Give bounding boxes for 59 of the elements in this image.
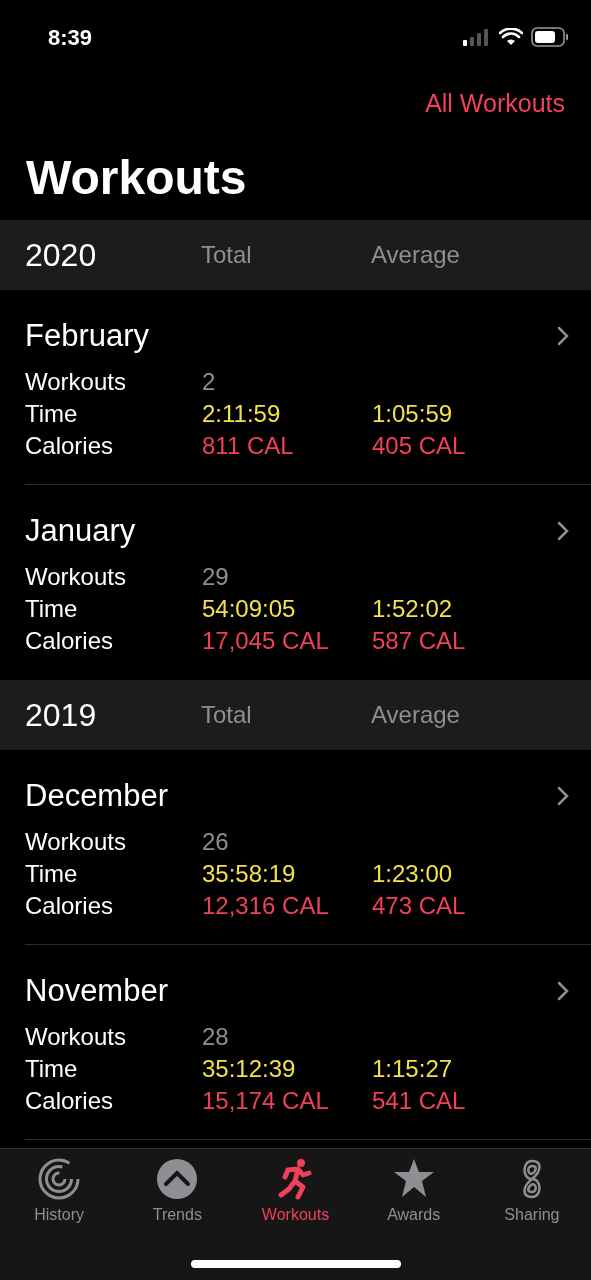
average-value: 473 CAL: [372, 891, 466, 921]
column-heading: Total: [201, 700, 253, 730]
total-value: 29: [202, 562, 230, 592]
stat-label: Time: [25, 859, 79, 889]
average-value: 1:52:02: [372, 594, 453, 624]
average-value: 405 CAL: [372, 431, 466, 461]
stat-label: Workouts: [25, 367, 127, 397]
signal-icon: [463, 28, 491, 46]
status-time: 8:39: [48, 23, 93, 52]
column-heading: Average: [371, 240, 460, 270]
trends-icon: [155, 1157, 200, 1201]
column-heading: Average: [371, 700, 460, 730]
all-workouts-link[interactable]: All Workouts: [425, 85, 565, 123]
battery-icon: [531, 27, 569, 47]
total-value: 811 CAL: [202, 431, 295, 461]
stat-label: Calories: [25, 1086, 115, 1116]
year-label: 2019: [25, 696, 98, 735]
total-value: 28: [202, 1022, 230, 1052]
tab-item[interactable]: Workouts: [236, 1157, 355, 1227]
total-value: 26: [202, 827, 230, 857]
wifi-icon: [499, 28, 523, 46]
total-value: 54:09:05: [202, 594, 297, 624]
chevron-right-icon[interactable]: [557, 326, 569, 346]
total-value: 17,045 CAL: [202, 626, 330, 656]
stat-label: Time: [25, 1054, 79, 1084]
stat-label: Workouts: [25, 827, 127, 857]
stat-label: Calories: [25, 891, 115, 921]
total-value: 2:11:59: [202, 399, 282, 429]
stat-label: Time: [25, 594, 79, 624]
average-value: 587 CAL: [372, 626, 466, 656]
month-title[interactable]: November: [25, 973, 168, 1009]
average-value: 1:05:59: [372, 399, 453, 429]
month-title[interactable]: December: [25, 778, 168, 814]
stat-label: Workouts: [25, 1022, 127, 1052]
tab-item[interactable]: Trends: [118, 1157, 237, 1227]
column-heading: Total: [201, 240, 253, 270]
page-title: Workouts: [25, 150, 248, 206]
total-value: 35:12:39: [202, 1054, 297, 1084]
tab-item[interactable]: Awards: [354, 1157, 473, 1227]
total-value: 15,174 CAL: [202, 1086, 330, 1116]
average-value: 1:15:27: [372, 1054, 453, 1084]
average-value: 541 CAL: [372, 1086, 466, 1116]
tab-item[interactable]: Sharing: [472, 1157, 591, 1227]
chevron-right-icon[interactable]: [557, 521, 569, 541]
month-title[interactable]: January: [25, 513, 136, 549]
stat-label: Time: [25, 399, 79, 429]
chevron-right-icon[interactable]: [557, 981, 569, 1001]
total-value: 12,316 CAL: [202, 891, 330, 921]
total-value: 2: [202, 367, 217, 397]
total-value: 35:58:19: [202, 859, 297, 889]
rings-icon: [37, 1157, 82, 1201]
tab-item[interactable]: History: [0, 1157, 119, 1227]
average-value: 1:23:00: [372, 859, 453, 889]
chevron-right-icon[interactable]: [557, 786, 569, 806]
year-label: 2020: [25, 236, 98, 275]
stat-label: Calories: [25, 626, 115, 656]
stat-label: Calories: [25, 431, 115, 461]
month-title[interactable]: February: [25, 318, 150, 354]
stat-label: Workouts: [25, 562, 127, 592]
